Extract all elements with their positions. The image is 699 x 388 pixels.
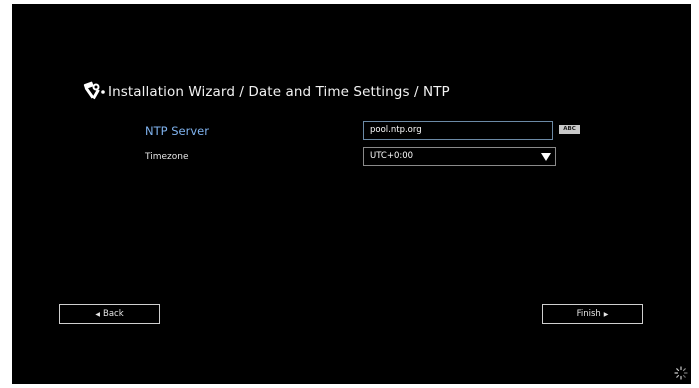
timezone-value: UTC+0:00 — [370, 151, 414, 161]
timezone-select[interactable]: UTC+0:00 — [363, 147, 556, 166]
arrow-left-icon: ◀ — [95, 310, 100, 318]
wizard-tools-icon — [83, 81, 105, 100]
loading-spinner-icon — [674, 366, 688, 380]
back-button-label: Back — [102, 309, 124, 319]
keyboard-mode-badge: ABC — [559, 125, 580, 134]
arrow-right-icon: ▶ — [603, 310, 609, 318]
finish-button[interactable]: Finish ▶ — [542, 304, 643, 324]
back-button[interactable]: ◀ Back — [59, 304, 160, 324]
ntp-server-label: NTP Server — [145, 124, 209, 138]
page-title: Installation Wizard / Date and Time Sett… — [80, 80, 450, 104]
chevron-down-icon — [541, 153, 551, 161]
wizard-panel: Installation Wizard / Date and Time Sett… — [12, 4, 691, 384]
finish-button-label: Finish — [576, 309, 601, 319]
ntp-server-input[interactable]: pool.ntp.org — [363, 121, 553, 140]
timezone-label: Timezone — [145, 152, 189, 162]
screen: Installation Wizard / Date and Time Sett… — [0, 0, 699, 388]
wizard-title: Installation Wizard / Date and Time Sett… — [108, 84, 450, 100]
